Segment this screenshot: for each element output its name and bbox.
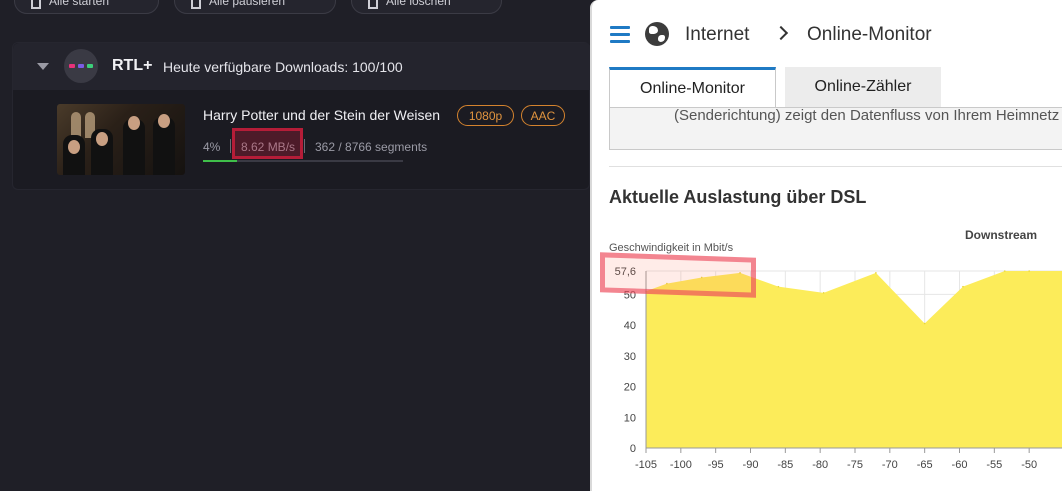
pause-icon [191,0,201,9]
online-monitor-window: Internet Online-Monitor Online-Monitor O… [590,0,1062,491]
max-value-highlight-box [600,252,756,298]
breadcrumb-internet[interactable]: Internet [685,24,749,46]
download-progress-fill [203,160,237,162]
breadcrumb-chevron-icon [773,25,789,41]
x-tick-label: -95 [708,459,724,471]
x-tick-label: -60 [952,459,968,471]
x-tick-label: -100 [670,459,692,471]
y-tick-label: 0 [630,443,636,455]
info-text: (Senderichtung) zeigt den Datenfluss von… [674,108,1060,124]
tab-online-counter[interactable]: Online-Zähler [785,67,941,107]
downstream-point [1003,270,1006,272]
trash-icon [368,0,378,9]
meta-divider [304,139,305,153]
movie-thumbnail [57,104,185,175]
download-segments: 362 / 8766 segments [315,140,428,154]
section-divider [609,166,1062,167]
download-title: Harry Potter und der Stein der Weisen [203,107,441,123]
rtl-logo [64,49,98,83]
delete-all-label: Alle löschen [386,0,451,8]
quality-badge: 1080p [457,105,514,126]
downstream-point [923,322,926,325]
chart-title: Downstream [965,228,1038,242]
y-tick-label: 20 [624,382,636,394]
downstream-point [1028,270,1030,272]
speed-highlight-box [232,128,303,159]
downstream-point [777,285,780,288]
downstream-point [962,285,964,288]
downstream-point [822,292,825,294]
x-tick-label: -85 [777,459,793,471]
x-tick-label: -105 [635,459,657,471]
menu-icon[interactable] [610,26,630,47]
x-tick-label: -55 [986,459,1002,471]
pause-all-button[interactable]: Alle pausieren [174,0,336,14]
delete-all-button[interactable]: Alle löschen [351,0,502,14]
start-all-button[interactable]: Alle starten [14,0,159,14]
audio-badge: AAC [521,105,565,126]
start-all-label: Alle starten [49,0,110,8]
x-tick-label: -75 [847,459,863,471]
x-tick-label: -65 [917,459,933,471]
download-progress-bar [203,160,403,162]
group-header[interactable]: RTL+ Heute verfügbare Downloads: 100/100 [13,43,591,90]
x-tick-label: -70 [882,459,898,471]
x-tick-label: -80 [812,459,828,471]
y-tick-label: 10 [624,412,636,424]
pause-all-label: Alle pausieren [209,0,286,8]
group-brand: RTL+ [112,57,153,74]
x-tick-label: -90 [743,459,759,471]
section-title: Aktuelle Auslastung über DSL [609,187,867,207]
download-manager: Alle starten Alle pausieren Alle löschen… [0,0,591,491]
globe-icon [645,22,669,46]
breadcrumb-current: Online-Monitor [807,24,932,45]
collapse-caret-icon[interactable] [37,63,49,70]
download-icon [31,0,41,9]
y-tick-label: 40 [624,320,636,332]
y-tick-label: 30 [624,351,636,363]
x-tick-label: -50 [1021,459,1037,471]
tab-online-monitor[interactable]: Online-Monitor [609,67,776,107]
info-panel: (Senderichtung) zeigt den Datenfluss von… [609,108,1062,150]
download-percent: 4% [203,140,221,154]
group-availability: Heute verfügbare Downloads: 100/100 [163,59,403,75]
downstream-area [646,271,1062,448]
downstream-point [875,272,877,274]
meta-divider [230,139,231,153]
